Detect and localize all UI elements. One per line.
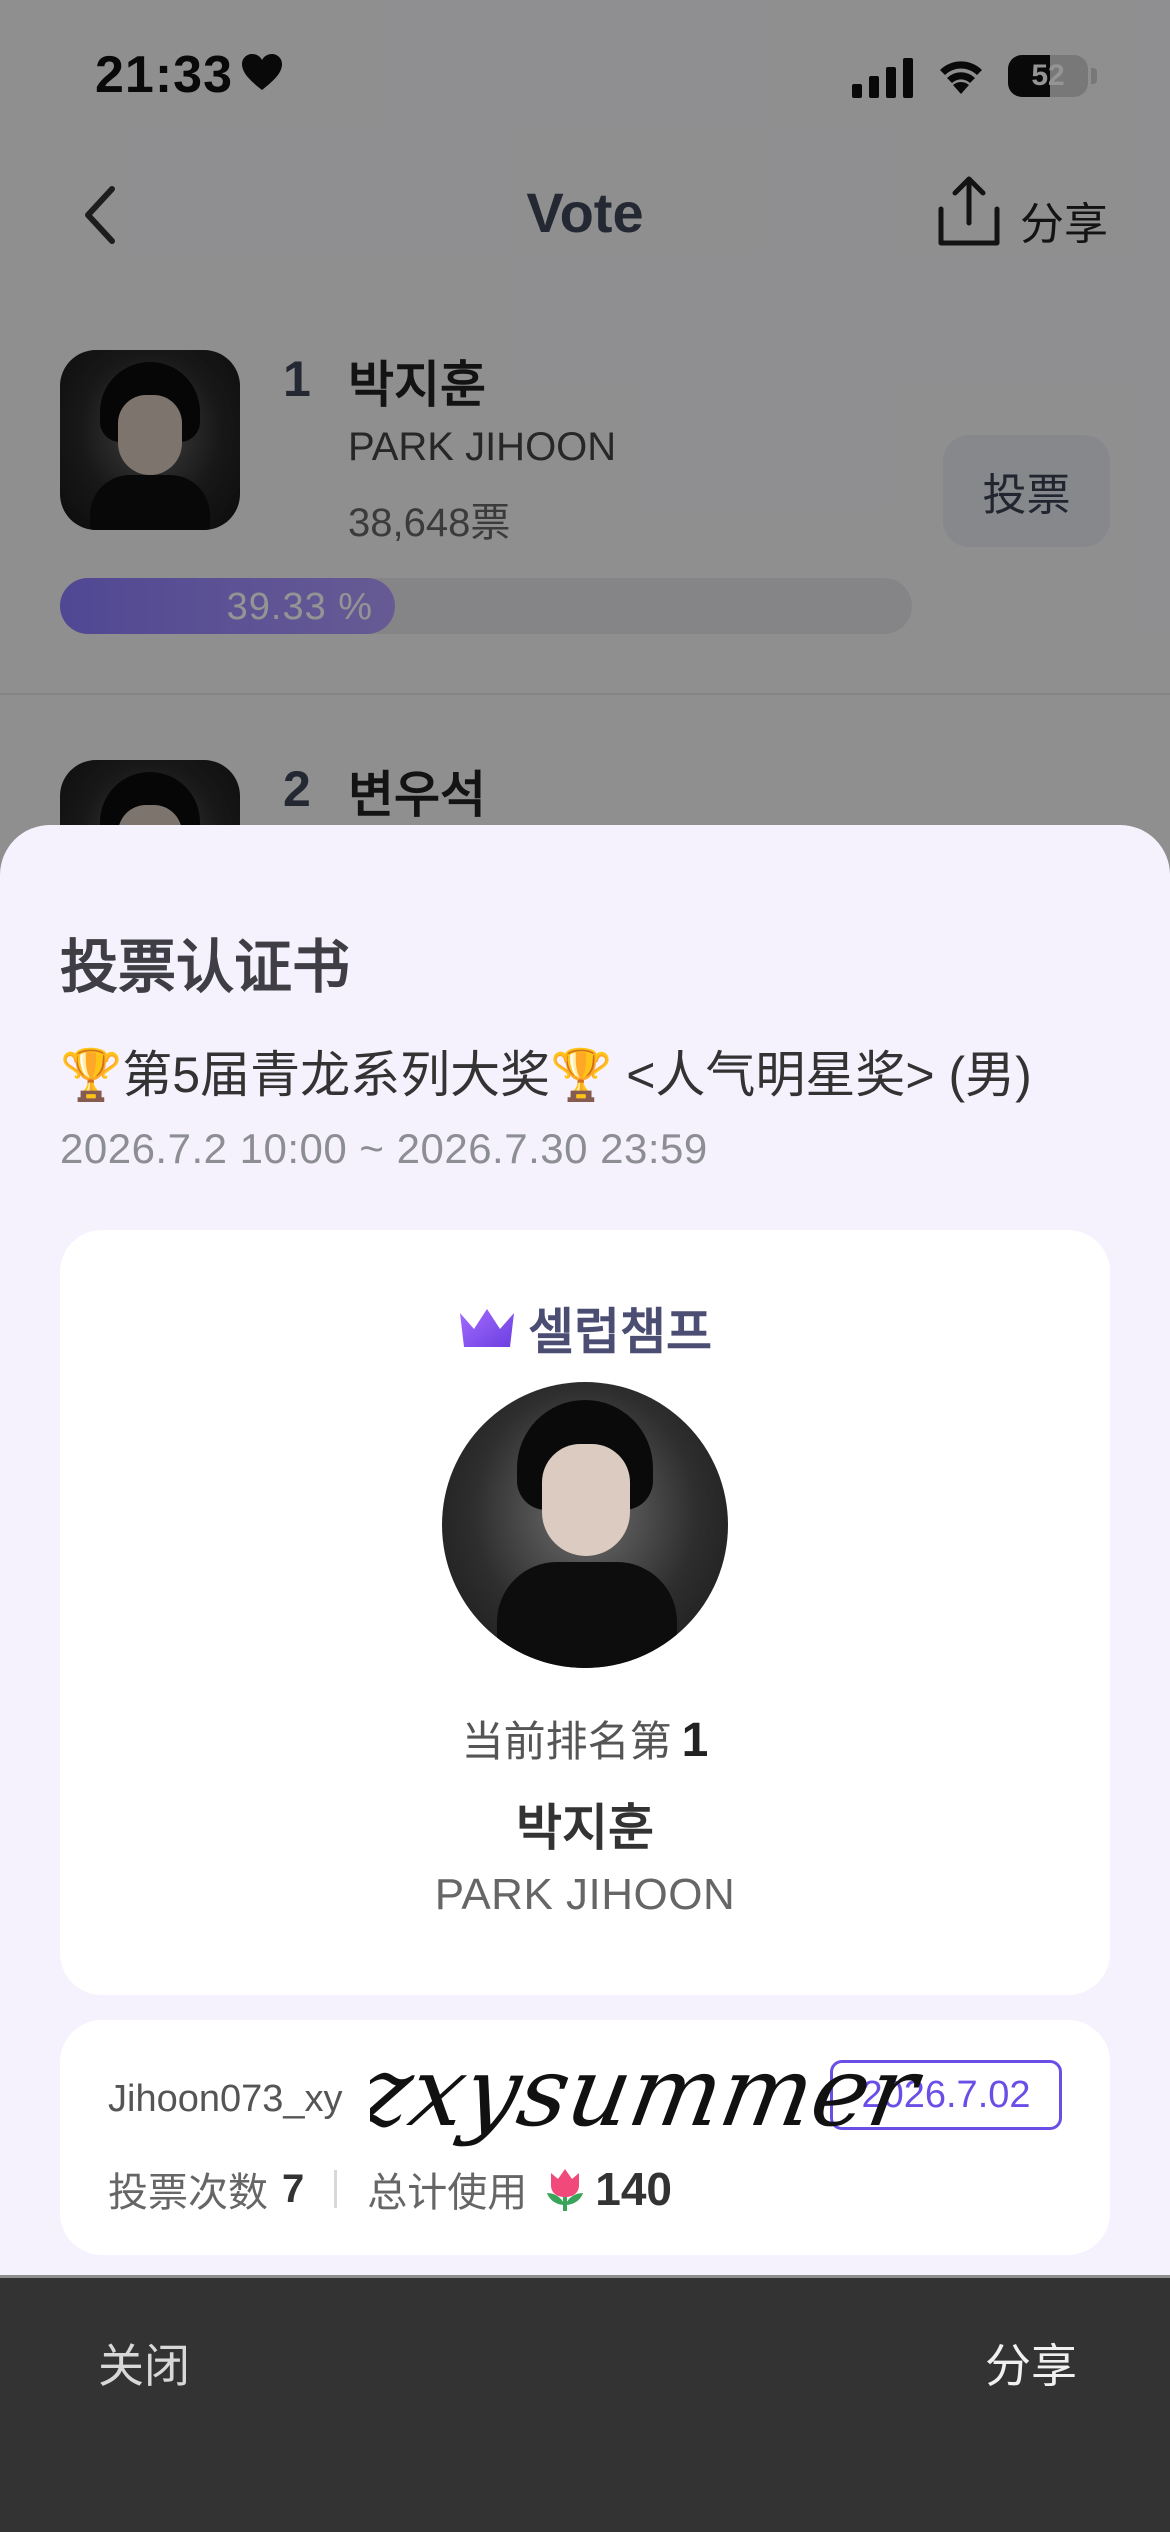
brand: 셀럽챔프 bbox=[60, 1292, 1110, 1364]
vote-count-value: 7 bbox=[282, 2166, 305, 2211]
certificate-card: 셀럽챔프 当前排名第 1 박지훈 PARK JIHOON bbox=[60, 1230, 1110, 1995]
tulip-icon bbox=[547, 2169, 584, 2211]
username: Jihoon073_xy bbox=[108, 2078, 343, 2120]
action-bar: 关闭 分享 bbox=[0, 2278, 1170, 2532]
share-button[interactable]: 分享 bbox=[985, 2330, 1077, 2396]
vote-stats: 投票次数 7 总计使用 140 bbox=[108, 2160, 672, 2218]
event-date: 2026.7.2 10:00 ~ 2026.7.30 23:59 bbox=[60, 1125, 708, 1172]
rank-value: 1 bbox=[681, 1714, 709, 1767]
total-label: 总计使用 bbox=[367, 2171, 528, 2215]
current-rank: 当前排名第 1 bbox=[60, 1708, 1110, 1769]
rank-prefix: 当前排名第 bbox=[461, 1718, 672, 1765]
user-info-card: Jihoon073_xy 2026.7.02 zxysummer 投票次数 7 … bbox=[60, 2020, 1110, 2255]
total-value: 140 bbox=[595, 2163, 672, 2215]
close-button[interactable]: 关闭 bbox=[98, 2330, 190, 2396]
vote-count-label: 投票次数 bbox=[108, 2171, 268, 2215]
brand-name: 셀럽챔프 bbox=[528, 1304, 712, 1360]
sheet-title: 投票认证书 bbox=[60, 935, 351, 1000]
candidate-name-en: PARK JIHOON bbox=[434, 1870, 736, 1919]
event-title: 🏆第5届青龙系列大奖🏆 <人气明星奖> (男) bbox=[60, 1047, 1032, 1103]
signature-overlay: zxysummer bbox=[370, 2040, 930, 2148]
crown-icon bbox=[460, 1309, 514, 1347]
vote-certificate-sheet: 投票认证书 🏆第5届青龙系列大奖🏆 <人气明星奖> (男) 2026.7.2 1… bbox=[0, 825, 1170, 2275]
candidate-name-kr: 박지훈 bbox=[516, 1800, 654, 1856]
avatar bbox=[442, 1382, 728, 1668]
divider bbox=[334, 2170, 338, 2208]
signature-text: zxysummer bbox=[370, 2040, 930, 2148]
